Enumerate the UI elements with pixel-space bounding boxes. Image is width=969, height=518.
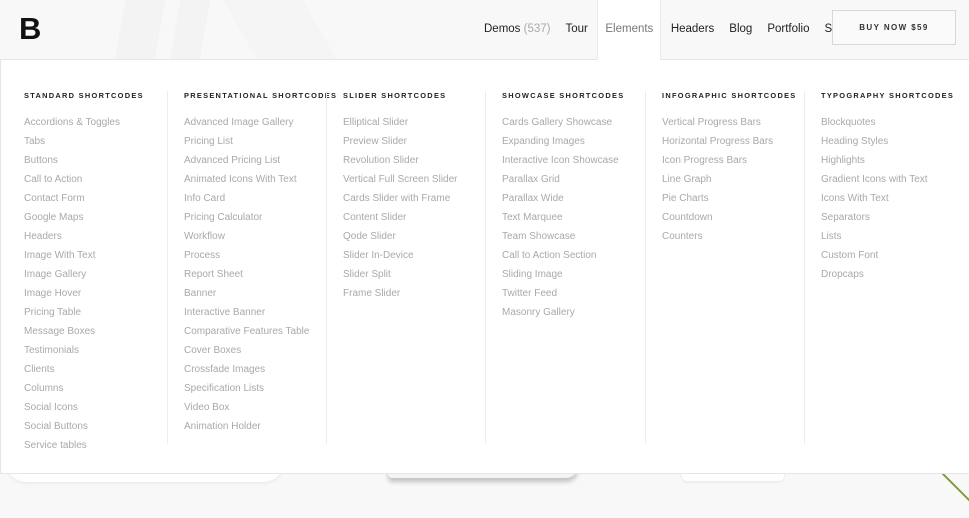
menu-link[interactable]: Testimonials bbox=[24, 341, 183, 360]
menu-link[interactable]: Call to Action bbox=[24, 170, 183, 189]
menu-link[interactable]: Pie Charts bbox=[662, 189, 821, 208]
nav-item-demos[interactable]: Demos (537) bbox=[470, 0, 558, 59]
menu-link[interactable]: Countdown bbox=[662, 208, 821, 227]
menu-link[interactable]: Lists bbox=[821, 227, 969, 246]
menu-link[interactable]: Line Graph bbox=[662, 170, 821, 189]
menu-link[interactable]: Twitter Feed bbox=[502, 284, 661, 303]
hero-accent-line bbox=[939, 470, 969, 504]
menu-link[interactable]: Horizontal Progress Bars bbox=[662, 132, 821, 151]
main-navigation: Demos (537) Tour Elements Headers Blog P… bbox=[470, 0, 859, 60]
menu-link[interactable]: Team Showcase bbox=[502, 227, 661, 246]
menu-link[interactable]: Cards Gallery Showcase bbox=[502, 113, 661, 132]
menu-link[interactable]: Comparative Features Table bbox=[184, 322, 343, 341]
menu-link[interactable]: Report Sheet bbox=[184, 265, 343, 284]
menu-column-presentational: Presentational Shortcodes Advanced Image… bbox=[167, 91, 343, 444]
menu-link[interactable]: Interactive Banner bbox=[184, 303, 343, 322]
menu-link[interactable]: Banner bbox=[184, 284, 343, 303]
nav-item-blog[interactable]: Blog bbox=[722, 0, 760, 59]
menu-link[interactable]: Clients bbox=[24, 360, 183, 379]
menu-link[interactable]: Cards Slider with Frame bbox=[343, 189, 502, 208]
site-logo[interactable]: B bbox=[19, 13, 41, 44]
menu-link[interactable]: Animated Icons With Text bbox=[184, 170, 343, 189]
column-title: Infographic Shortcodes bbox=[662, 91, 797, 100]
menu-link[interactable]: Social Icons bbox=[24, 398, 183, 417]
menu-link[interactable]: Blockquotes bbox=[821, 113, 969, 132]
menu-link[interactable]: Cover Boxes bbox=[184, 341, 343, 360]
menu-link[interactable]: Vertical Progress Bars bbox=[662, 113, 821, 132]
menu-column-infographic: Infographic Shortcodes Vertical Progress… bbox=[645, 91, 821, 444]
menu-link[interactable]: Counters bbox=[662, 227, 821, 246]
site-header: B Demos (537) Tour Elements Headers Blog… bbox=[0, 0, 969, 60]
nav-item-label: Demos bbox=[484, 23, 521, 35]
menu-link[interactable]: Icons With Text bbox=[821, 189, 969, 208]
menu-link[interactable]: Separators bbox=[821, 208, 969, 227]
menu-link[interactable]: Content Slider bbox=[343, 208, 502, 227]
menu-link[interactable]: Gradient Icons with Text bbox=[821, 170, 969, 189]
nav-item-portfolio[interactable]: Portfolio bbox=[760, 0, 817, 59]
menu-link[interactable]: Text Marquee bbox=[502, 208, 661, 227]
menu-link[interactable]: Message Boxes bbox=[24, 322, 183, 341]
menu-link[interactable]: Vertical Full Screen Slider bbox=[343, 170, 502, 189]
menu-link[interactable]: Preview Slider bbox=[343, 132, 502, 151]
menu-link[interactable]: Interactive Icon Showcase bbox=[502, 151, 661, 170]
menu-link[interactable]: Advanced Pricing List bbox=[184, 151, 343, 170]
menu-link[interactable]: Pricing Table bbox=[24, 303, 183, 322]
menu-link[interactable]: Revolution Slider bbox=[343, 151, 502, 170]
menu-link[interactable]: Buttons bbox=[24, 151, 183, 170]
demos-count: (537) bbox=[523, 23, 551, 35]
menu-link[interactable]: Workflow bbox=[184, 227, 343, 246]
menu-link[interactable]: Tabs bbox=[24, 132, 183, 151]
menu-link[interactable]: Masonry Gallery bbox=[502, 303, 661, 322]
menu-link[interactable]: Columns bbox=[24, 379, 183, 398]
column-title: Showcase Shortcodes bbox=[502, 91, 625, 100]
menu-link[interactable]: Sliding Image bbox=[502, 265, 661, 284]
menu-link[interactable]: Heading Styles bbox=[821, 132, 969, 151]
menu-link[interactable]: Contact Form bbox=[24, 189, 183, 208]
menu-link[interactable]: Slider In-Device bbox=[343, 246, 502, 265]
menu-link[interactable]: Video Box bbox=[184, 398, 343, 417]
menu-link[interactable]: Process bbox=[184, 246, 343, 265]
menu-link[interactable]: Custom Font bbox=[821, 246, 969, 265]
menu-link[interactable]: Animation Holder bbox=[184, 417, 343, 436]
menu-column-showcase: Showcase Shortcodes Cards Gallery Showca… bbox=[485, 91, 661, 444]
menu-link[interactable]: Call to Action Section bbox=[502, 246, 661, 265]
column-title: Slider Shortcodes bbox=[343, 91, 447, 100]
nav-item-headers[interactable]: Headers bbox=[663, 0, 721, 59]
menu-link[interactable]: Advanced Image Gallery bbox=[184, 113, 343, 132]
nav-item-elements[interactable]: Elements bbox=[597, 0, 662, 60]
menu-column-standard: Standard Shortcodes Accordions & Toggles… bbox=[24, 91, 183, 451]
menu-link[interactable]: Qode Slider bbox=[343, 227, 502, 246]
nav-item-tour[interactable]: Tour bbox=[558, 0, 595, 59]
menu-link[interactable]: Service tables bbox=[24, 436, 183, 455]
menu-link[interactable]: Crossfade Images bbox=[184, 360, 343, 379]
menu-link[interactable]: Specification Lists bbox=[184, 379, 343, 398]
menu-link[interactable]: Social Buttons bbox=[24, 417, 183, 436]
menu-link[interactable]: Image Hover bbox=[24, 284, 183, 303]
menu-link[interactable]: Icon Progress Bars bbox=[662, 151, 821, 170]
menu-link[interactable]: Parallax Grid bbox=[502, 170, 661, 189]
menu-link[interactable]: Image Gallery bbox=[24, 265, 183, 284]
column-title: Presentational Shortcodes bbox=[184, 91, 338, 100]
menu-link[interactable]: Image With Text bbox=[24, 246, 183, 265]
menu-link[interactable]: Expanding Images bbox=[502, 132, 661, 151]
menu-link[interactable]: Pricing List bbox=[184, 132, 343, 151]
menu-link[interactable]: Pricing Calculator bbox=[184, 208, 343, 227]
menu-link[interactable]: Info Card bbox=[184, 189, 343, 208]
buy-now-button[interactable]: BUY NOW $59 bbox=[832, 10, 956, 45]
menu-link[interactable]: Google Maps bbox=[24, 208, 183, 227]
menu-link[interactable]: Headers bbox=[24, 227, 183, 246]
elements-mega-menu: Standard Shortcodes Accordions & Toggles… bbox=[0, 59, 969, 474]
menu-link[interactable]: Dropcaps bbox=[821, 265, 969, 284]
menu-link[interactable]: Frame Slider bbox=[343, 284, 502, 303]
column-title: Typography Shortcodes bbox=[821, 91, 955, 100]
menu-link[interactable]: Slider Split bbox=[343, 265, 502, 284]
menu-link[interactable]: Parallax Wide bbox=[502, 189, 661, 208]
menu-link[interactable]: Highlights bbox=[821, 151, 969, 170]
menu-link[interactable]: Elliptical Slider bbox=[343, 113, 502, 132]
menu-column-slider: Slider Shortcodes Elliptical Slider Previ… bbox=[326, 91, 502, 444]
column-title: Standard Shortcodes bbox=[24, 91, 144, 100]
menu-link[interactable]: Accordions & Toggles bbox=[24, 113, 183, 132]
menu-column-typography: Typography Shortcodes Blockquotes Heading… bbox=[804, 91, 969, 444]
